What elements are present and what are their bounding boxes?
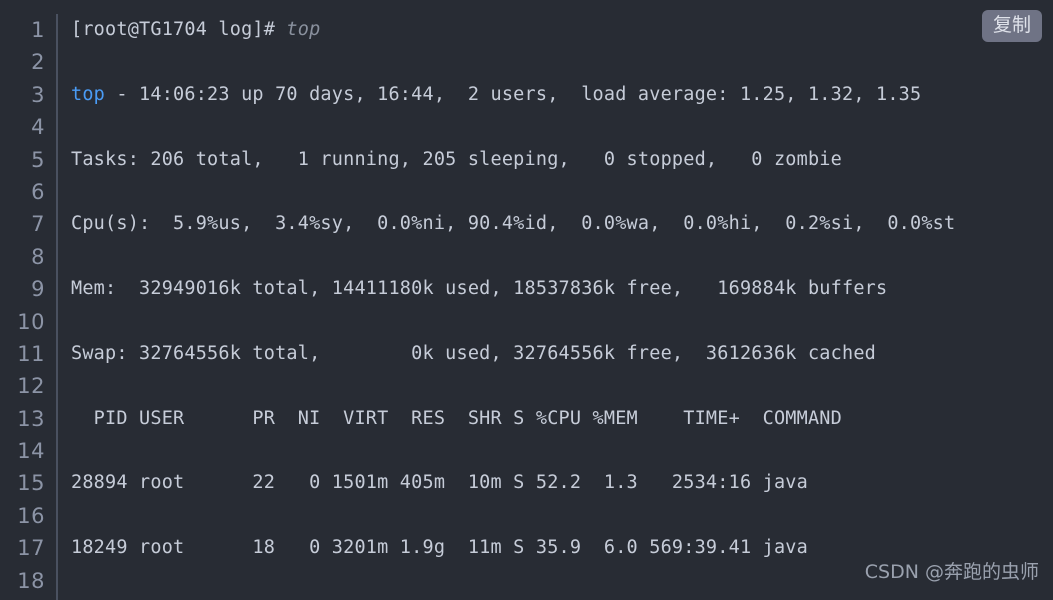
code-content[interactable]: [root@TG1704 log]# top top - 14:06:23 up… — [58, 14, 1053, 600]
code-token-plain: - 14:06:23 up 70 days, 16:44, 2 users, l… — [105, 83, 922, 105]
code-token-plain: 28894 root 22 0 1501m 405m 10m S 52.2 1.… — [71, 472, 808, 494]
code-line: PID USER PR NI VIRT RES SHR S %CPU %MEM … — [71, 403, 1053, 435]
code-token-plain: Mem: 32949016k total, 14411180k used, 18… — [71, 278, 888, 300]
line-number: 1 — [31, 18, 45, 42]
code-line: Cpu(s): 5.9%us, 3.4%sy, 0.0%ni, 90.4%id,… — [71, 208, 1053, 240]
line-number: 7 — [31, 212, 45, 237]
line-number: 2 — [31, 50, 45, 75]
code-token-plain: PID USER PR NI VIRT RES SHR S %CPU %MEM … — [71, 407, 842, 429]
line-number: 3 — [31, 82, 45, 107]
code-line: 18249 root 18 0 3201m 1.9g 11m S 35.9 6.… — [71, 532, 1053, 564]
copy-button[interactable]: 复制 — [981, 10, 1042, 42]
code-token-plain: 18249 root 18 0 3201m 1.9g 11m S 35.9 6.… — [71, 537, 808, 559]
line-number: 5 — [31, 147, 45, 172]
code-token-comment: top — [286, 19, 321, 40]
line-number: 12 — [17, 374, 45, 399]
line-number: 17 — [17, 536, 45, 561]
code-line: [root@TG1704 log]# top — [71, 14, 1053, 46]
line-number: 14 — [17, 439, 45, 464]
line-number: 8 — [31, 244, 45, 269]
code-snippet-viewer: 1 2 3 4 5 6 7 8 9 10 11 12 13 14 15 16 17 18 [root@TG1704… — [0, 0, 1053, 600]
code-line: Mem: 32949016k total, 14411180k used, 18… — [71, 273, 1053, 305]
code-line: 28894 root 22 0 1501m 405m 10m S 52.2 1.… — [71, 467, 1053, 499]
code-token-plain: Cpu(s): 5.9%us, 3.4%sy, 0.0%ni, 90.4%id,… — [71, 213, 956, 235]
line-number-gutter: 1 2 3 4 5 6 7 8 9 10 11 12 13 14 15 16 17 18 — [0, 14, 58, 600]
line-number: 4 — [31, 115, 45, 140]
line-number: 18 — [17, 568, 45, 593]
code-line: Tasks: 206 total, 1 running, 205 sleepin… — [71, 144, 1053, 176]
code-block: 1 2 3 4 5 6 7 8 9 10 11 12 13 14 15 16 17 18 [root@TG1704… — [0, 0, 1053, 600]
code-token-plain: [root@TG1704 log]# — [71, 19, 287, 40]
line-number: 6 — [31, 179, 45, 204]
code-line: Swap: 32764556k total, 0k used, 32764556… — [71, 338, 1053, 370]
code-token-plain: Swap: 32764556k total, 0k used, 32764556… — [71, 342, 876, 364]
code-token-keyword: top — [71, 83, 106, 105]
code-line: top - 14:06:23 up 70 days, 16:44, 2 user… — [71, 79, 1053, 111]
line-number: 16 — [17, 503, 45, 528]
line-number: 15 — [17, 471, 45, 496]
line-number: 9 — [31, 277, 45, 302]
line-number: 11 — [17, 341, 45, 366]
line-number: 10 — [17, 309, 45, 334]
line-number: 13 — [17, 406, 45, 431]
code-token-plain: Tasks: 206 total, 1 running, 205 sleepin… — [71, 148, 842, 170]
